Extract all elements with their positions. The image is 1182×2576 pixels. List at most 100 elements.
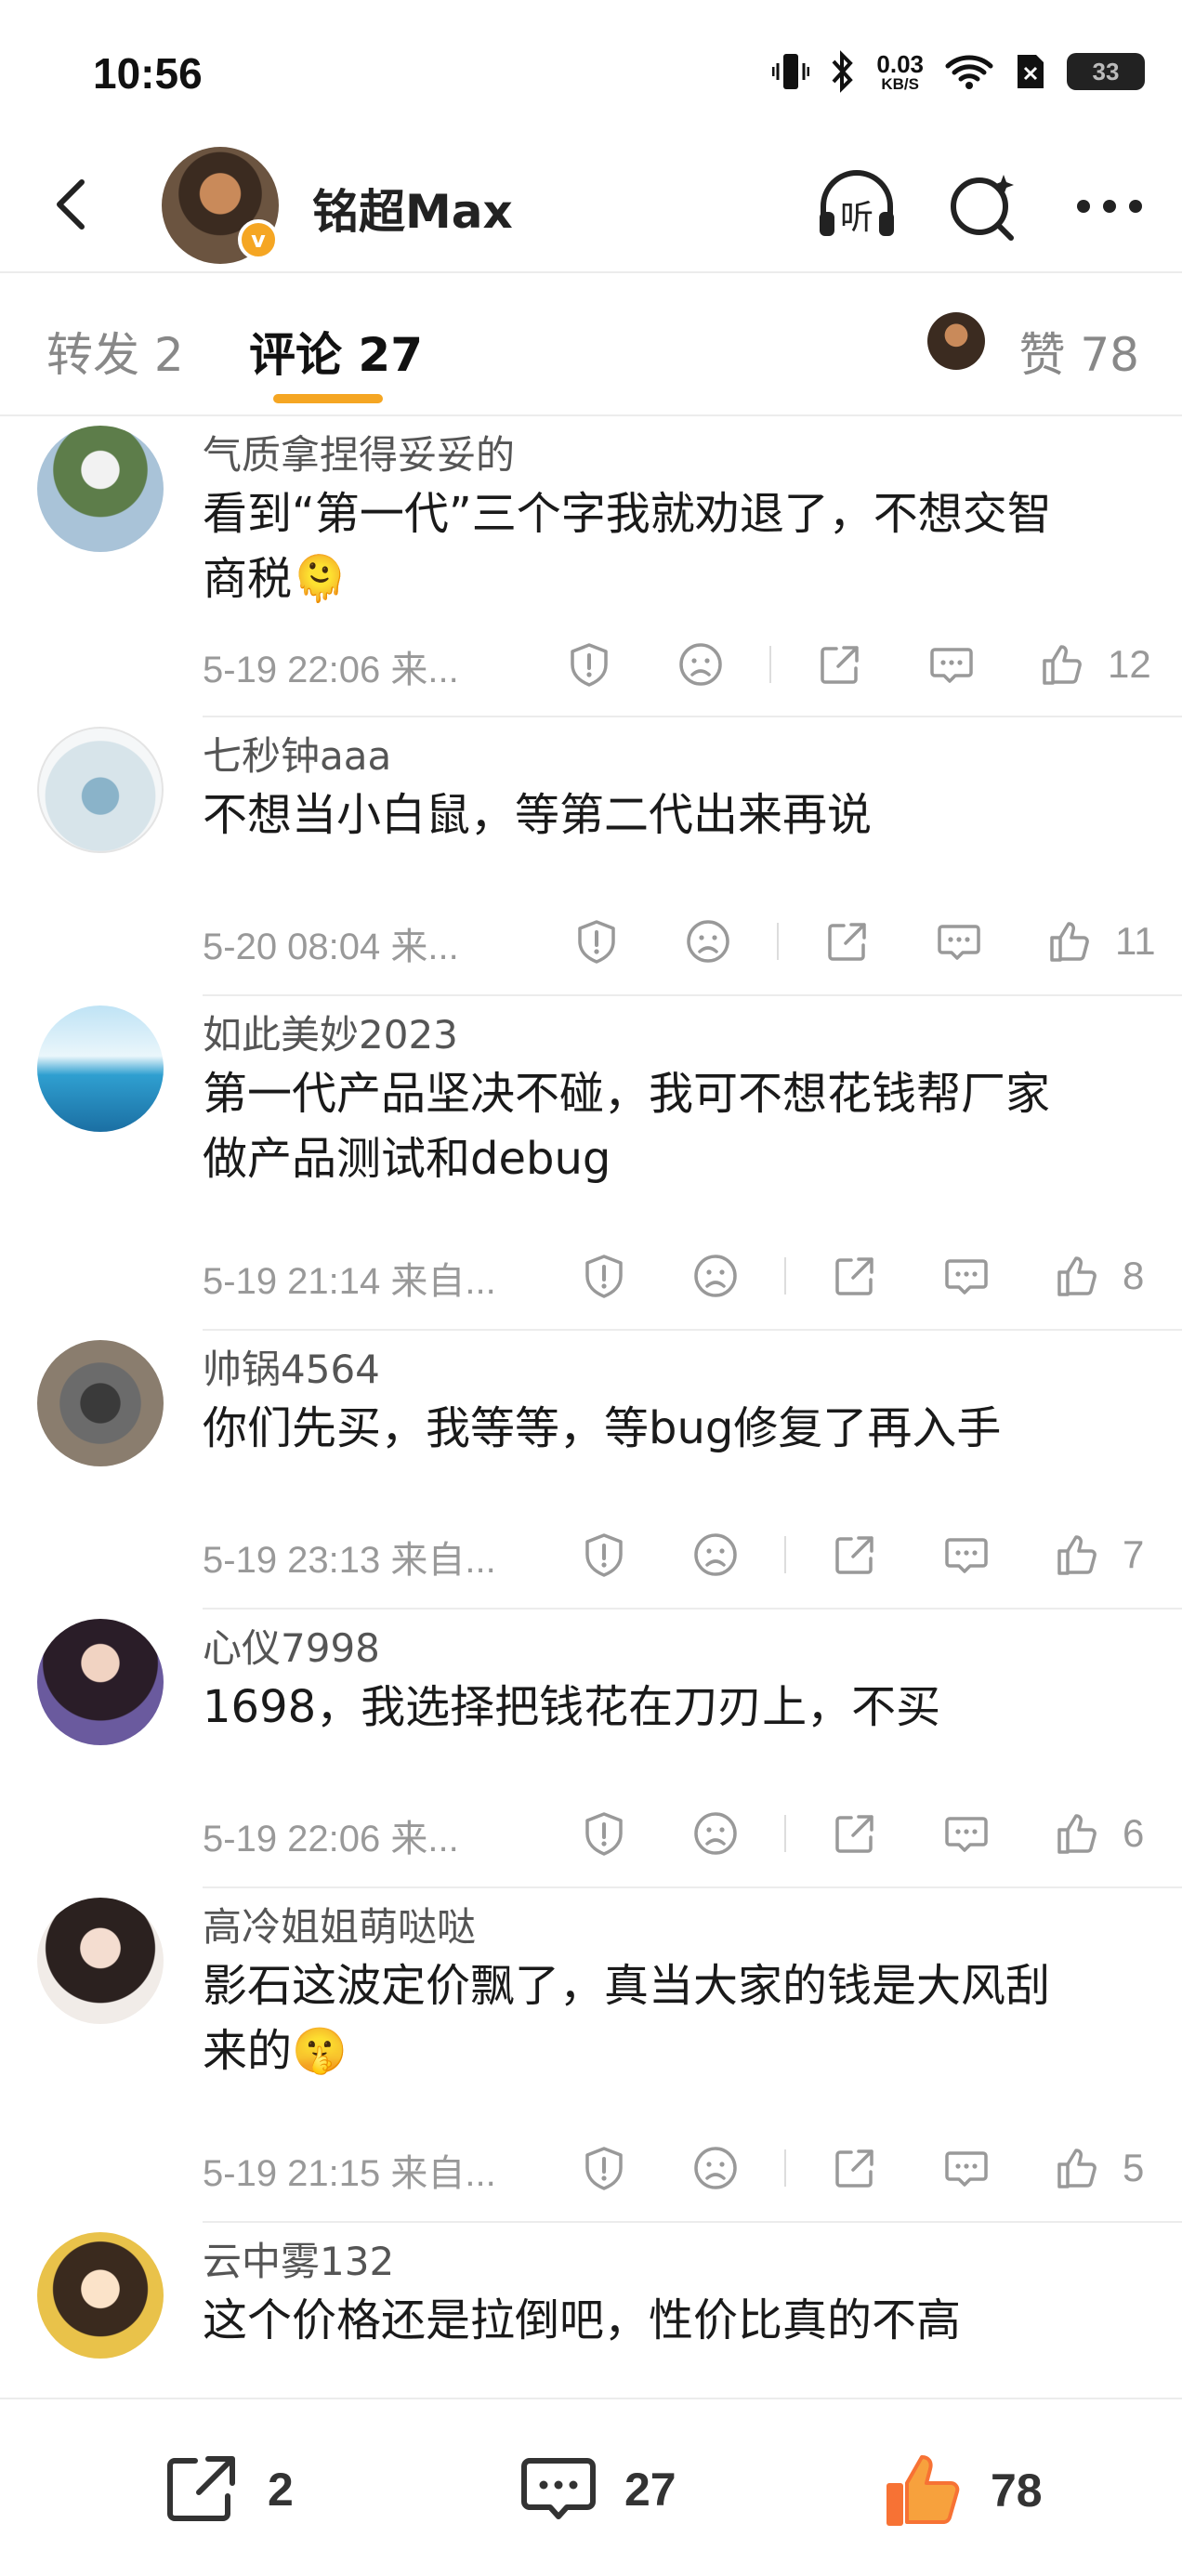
status-time: 10:56	[93, 49, 203, 98]
reply-button[interactable]	[920, 640, 983, 689]
search-icon	[951, 175, 1014, 241]
comment-line: 第一代产品坚决不碰，我可不想花钱帮厂家	[203, 1068, 1051, 1120]
bottom-like-button[interactable]: 78	[881, 2448, 1043, 2533]
dislike-button[interactable]	[676, 917, 740, 966]
report-icon	[585, 1812, 623, 1856]
share-button[interactable]	[823, 1252, 886, 1300]
commenter-name[interactable]: 高冷姐姐萌哒哒	[203, 1896, 476, 1952]
bottom-comment-button[interactable]: 27	[517, 2448, 676, 2531]
share-icon	[828, 923, 866, 961]
share-button[interactable]	[808, 640, 872, 689]
dislike-icon	[687, 920, 729, 963]
net-speed-unit: KB/S	[881, 74, 919, 93]
battery-icon: 33	[1067, 53, 1145, 90]
commenter-name[interactable]: 气质拿捏得妥妥的	[203, 424, 515, 480]
commenter-name[interactable]: 心仪7998	[203, 1617, 380, 1674]
bluetooth-icon	[832, 50, 854, 93]
commenter-avatar[interactable]	[37, 1898, 164, 2024]
comment-line: 商税🫠	[203, 553, 348, 605]
status-bar: 10:56 0.03 KB/S 33	[0, 0, 1182, 139]
dislike-button[interactable]	[684, 2144, 747, 2192]
reply-button[interactable]	[935, 1252, 998, 1300]
listen-button[interactable]: 听	[812, 162, 901, 251]
like-count: 8	[1123, 1254, 1145, 1297]
share-button[interactable]	[823, 1809, 886, 1858]
bottom-forward-button[interactable]: 2	[160, 2448, 294, 2531]
forward-count: 2	[268, 2464, 294, 2516]
thumb-up-filled-icon	[886, 2455, 960, 2526]
commenter-name[interactable]: 帅锅4564	[203, 1338, 380, 1395]
report-button[interactable]	[572, 1252, 636, 1300]
reply-icon	[945, 1259, 988, 1295]
report-button[interactable]	[558, 640, 621, 689]
reply-icon	[945, 2151, 988, 2187]
header: v 铭超Max 听	[0, 139, 1182, 271]
comment-meta: 5-20 08:04 来...	[203, 927, 459, 967]
comment-text: 看到“第一代”三个字我就劝退了，不想交智 商税🫠	[203, 481, 1141, 611]
svg-text:听: 听	[840, 199, 873, 237]
commenter-avatar[interactable]	[37, 1005, 164, 1132]
report-button[interactable]	[572, 1809, 636, 1858]
reply-button[interactable]	[927, 917, 991, 966]
comment-line: 1698，我选择把钱花在刀刃上，不买	[203, 1681, 941, 1733]
comment-actions: 6	[572, 1801, 1169, 1866]
share-button[interactable]	[823, 1531, 886, 1579]
dislike-icon	[679, 643, 722, 686]
more-icon	[1077, 200, 1142, 213]
comment-item: 如此美妙2023 第一代产品坚决不碰，我可不想花钱帮厂家 做产品测试和debug…	[0, 996, 1182, 1331]
like-button[interactable]	[1046, 1252, 1110, 1300]
share-icon	[167, 2456, 235, 2521]
comment-list[interactable]: 气质拿捏得妥妥的 看到“第一代”三个字我就劝退了，不想交智 商税🫠 5-19 2…	[0, 416, 1182, 2398]
tab-comments[interactable]: 评论 27	[249, 318, 423, 385]
report-button[interactable]	[572, 1531, 636, 1579]
back-button[interactable]	[37, 167, 112, 242]
like-button[interactable]	[1039, 917, 1102, 966]
dislike-button[interactable]	[684, 1252, 747, 1300]
comment-line: 你们先买，我等等，等bug修复了再入手	[203, 1402, 1002, 1454]
report-button[interactable]	[565, 917, 628, 966]
share-button[interactable]	[823, 2144, 886, 2192]
dislike-button[interactable]	[684, 1809, 747, 1858]
like-button[interactable]	[1031, 640, 1095, 689]
report-icon	[578, 920, 615, 964]
report-icon	[585, 1533, 623, 1577]
action-separator	[777, 923, 779, 960]
liker-avatar	[927, 312, 985, 370]
tab-likes[interactable]: 赞 78	[1018, 318, 1139, 385]
comment-item: 七秒钟aaa 不想当小白鼠，等第二代出来再说 5-20 08:04 来... 1…	[0, 717, 1182, 996]
thumb-up-icon	[1057, 1256, 1097, 1296]
net-speed-value: 0.03	[876, 49, 924, 78]
comment-text: 1698，我选择把钱花在刀刃上，不买	[203, 1675, 1141, 1740]
like-count: 5	[1123, 2146, 1145, 2189]
like-button[interactable]	[1046, 1531, 1110, 1579]
dislike-icon	[694, 1255, 737, 1297]
more-button[interactable]	[1065, 162, 1154, 251]
tab-forward[interactable]: 转发 2	[46, 318, 184, 385]
author-name[interactable]: 铭超Max	[312, 175, 513, 242]
action-separator	[769, 646, 771, 683]
search-button[interactable]	[939, 162, 1028, 251]
commenter-name[interactable]: 如此美妙2023	[203, 1004, 458, 1060]
commenter-avatar[interactable]	[37, 1619, 164, 1745]
net-speed: 0.03 KB/S	[876, 52, 924, 92]
back-icon	[57, 179, 85, 230]
commenter-avatar[interactable]	[37, 426, 164, 552]
commenter-avatar[interactable]	[37, 727, 164, 853]
reply-button[interactable]	[935, 2144, 998, 2192]
dislike-button[interactable]	[669, 640, 732, 689]
reply-button[interactable]	[935, 1809, 998, 1858]
commenter-name[interactable]: 七秒钟aaa	[203, 725, 391, 782]
commenter-avatar[interactable]	[37, 2232, 164, 2359]
dislike-button[interactable]	[684, 1531, 747, 1579]
like-button[interactable]	[1046, 1809, 1110, 1858]
comment-actions: 5	[572, 2136, 1169, 2201]
share-button[interactable]	[816, 917, 879, 966]
commenter-avatar[interactable]	[37, 1340, 164, 1466]
like-button[interactable]	[1046, 2144, 1110, 2192]
action-separator	[784, 1815, 786, 1852]
report-button[interactable]	[572, 2144, 636, 2192]
reply-button[interactable]	[935, 1531, 998, 1579]
like-count: 12	[1108, 642, 1151, 686]
commenter-name[interactable]: 云中雾132	[203, 2230, 394, 2287]
reply-icon	[945, 1538, 988, 1573]
